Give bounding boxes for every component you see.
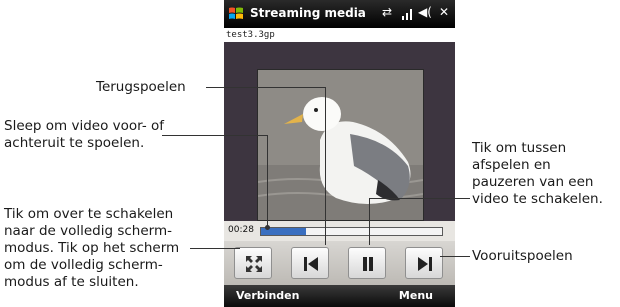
close-icon[interactable]: ✕	[439, 5, 449, 19]
fullscreen-button[interactable]	[234, 247, 272, 279]
callout-playpause-line3: pauzeren van een	[472, 174, 594, 190]
connection-icon[interactable]: ⇄	[382, 5, 392, 19]
title-bar: Streaming media ⇄ ◀( ✕	[224, 0, 455, 28]
leader-seek-dot	[265, 225, 270, 230]
phone-screen: Streaming media ⇄ ◀( ✕ test3.3gp 00:28 V…	[224, 0, 455, 307]
forward-button[interactable]	[405, 247, 443, 279]
callout-forward-line1: Vooruitspoelen	[472, 248, 573, 264]
leader-playpause-h	[369, 198, 470, 199]
app-title: Streaming media	[250, 6, 366, 20]
leader-fullscreen-h	[190, 248, 240, 249]
leader-rewind-h	[206, 87, 326, 88]
callout-fullscreen-line4: om de volledig scherm-	[4, 257, 163, 273]
volume-icon[interactable]: ◀(	[418, 5, 432, 19]
callout-rewind-line1: Terugspoelen	[96, 79, 186, 95]
forward-icon	[418, 257, 432, 271]
seek-bar[interactable]	[260, 227, 443, 236]
callout-playpause-line1: Tik om tussen	[472, 140, 567, 156]
callout-playpause-line2: afspelen en	[472, 157, 551, 173]
softkey-bar: Verbinden Menu	[224, 285, 455, 307]
windows-logo-icon[interactable]	[228, 6, 244, 22]
leader-seek-h	[162, 135, 268, 136]
leader-forward-h	[440, 256, 470, 257]
callout-playpause: Tik om tussen afspelen en pauzeren van e…	[472, 140, 603, 208]
rewind-icon	[304, 257, 318, 271]
callout-fullscreen-line1: Tik om over te schakelen	[4, 206, 174, 222]
leader-playpause-v	[369, 198, 370, 245]
callout-seek-line2: achteruit te spoelen.	[4, 135, 145, 151]
callout-fullscreen-line2: naar de volledig scherm-	[4, 223, 172, 239]
softkey-connect[interactable]: Verbinden	[236, 289, 299, 302]
elapsed-time: 00:28	[228, 225, 254, 235]
softkey-menu[interactable]: Menu	[399, 289, 433, 302]
progress-area: 00:28	[224, 221, 455, 241]
leader-rewind-v	[325, 87, 326, 245]
callout-fullscreen: Tik om over te schakelen naar de volledi…	[4, 206, 179, 291]
callout-fullscreen-line3: modus. Tik op het scherm	[4, 240, 180, 256]
callout-rewind: Terugspoelen	[96, 79, 186, 96]
callout-fullscreen-line5: modus af te sluiten.	[4, 274, 139, 290]
pause-icon	[363, 257, 373, 271]
rewind-button[interactable]	[291, 247, 329, 279]
file-name: test3.3gp	[224, 28, 455, 42]
callout-playpause-line4: video te schakelen.	[472, 191, 603, 207]
signal-icon[interactable]	[401, 8, 413, 20]
leader-seek-v	[267, 135, 268, 227]
pause-button[interactable]	[348, 247, 386, 279]
fullscreen-icon	[246, 256, 262, 272]
callout-seek: Sleep om video voor- of achteruit te spo…	[4, 118, 164, 152]
callout-forward: Vooruitspoelen	[472, 248, 573, 265]
callout-seek-line1: Sleep om video voor- of	[4, 118, 165, 134]
playback-controls	[224, 241, 455, 285]
